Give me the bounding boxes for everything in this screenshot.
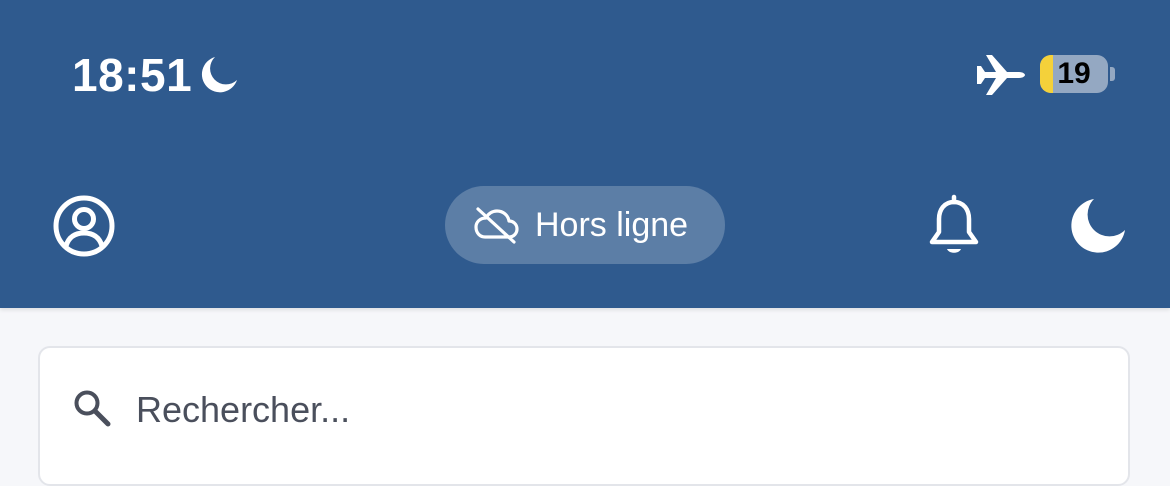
account-circle-icon[interactable] — [52, 194, 116, 258]
battery-level: 19 — [1057, 57, 1091, 90]
search-input[interactable] — [136, 378, 1036, 442]
battery-indicator: 19 — [1040, 55, 1108, 93]
dark-mode-toggle-icon[interactable] — [1068, 196, 1128, 256]
app-header: 18:51 19 Hors ligne — [0, 0, 1170, 308]
offline-status-label: Hors ligne — [535, 206, 689, 244]
focus-moon-icon — [201, 57, 237, 93]
bell-icon[interactable] — [925, 194, 983, 258]
offline-status-pill: Hors ligne — [445, 186, 725, 264]
airplane-icon — [977, 55, 1025, 95]
status-time: 18:51 — [72, 49, 193, 101]
cloud-off-icon — [474, 207, 519, 244]
search-bar[interactable] — [38, 346, 1130, 486]
battery-cap — [1110, 67, 1115, 81]
search-icon — [74, 390, 111, 427]
